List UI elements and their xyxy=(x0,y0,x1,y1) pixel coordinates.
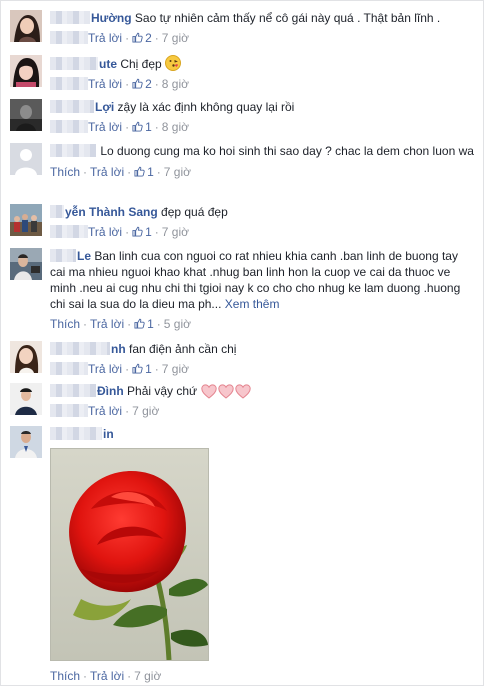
commenter-name[interactable]: ute xyxy=(50,57,117,71)
timestamp[interactable]: 8 giờ xyxy=(162,120,189,134)
comment-text: zậy là xác định không quay lại rồi xyxy=(117,100,295,114)
like-count[interactable]: 1 xyxy=(132,120,152,134)
kissing-face-emoji-icon xyxy=(165,55,182,71)
commenter-name[interactable]: Lợi xyxy=(50,100,114,114)
comment-actions: Trả lời · 1 · 7 giờ xyxy=(50,224,476,240)
timestamp[interactable]: 7 giờ xyxy=(162,225,189,239)
avatar[interactable] xyxy=(10,426,42,458)
comment-actions: Thích · Trả lời · 7 giờ xyxy=(50,669,162,683)
reply-link[interactable]: Trả lời xyxy=(88,31,122,45)
timestamp[interactable]: 7 giờ xyxy=(162,362,189,376)
like-link[interactable]: Thích xyxy=(50,165,80,179)
reply-link[interactable]: Trả lời xyxy=(90,165,124,179)
like-count[interactable]: 1 xyxy=(132,362,152,376)
commenter-name[interactable]: Hường xyxy=(50,11,132,25)
comment-text: Chị đẹp xyxy=(120,57,162,71)
reply-link[interactable]: Trả lời xyxy=(88,404,122,418)
hearts xyxy=(200,384,251,399)
rose-photo[interactable] xyxy=(50,448,209,661)
avatar[interactable] xyxy=(10,10,42,42)
like-count[interactable]: 1 xyxy=(132,225,152,239)
reply-link[interactable]: Trả lời xyxy=(90,317,124,331)
avatar[interactable] xyxy=(10,204,42,236)
avatar[interactable] xyxy=(10,383,42,415)
thumbs-up-icon xyxy=(132,121,143,132)
timestamp[interactable]: 5 giờ xyxy=(164,317,191,331)
reply-link[interactable]: Trả lời xyxy=(88,225,122,239)
comment-text: Sao tự nhiên cảm thấy nể cô gái này quá … xyxy=(134,11,441,25)
comment-text: fan điện ảnh cần chị xyxy=(129,342,237,356)
comment-text: Phải vậy chứ xyxy=(127,384,198,398)
thumbs-up-icon xyxy=(132,78,143,89)
avatar[interactable] xyxy=(10,99,42,131)
reply-link[interactable]: Trả lời xyxy=(88,77,122,91)
comment-actions: Trả lời · 2 · 7 giờ xyxy=(50,30,476,46)
commenter-name[interactable]: Đình xyxy=(50,384,124,398)
avatar[interactable] xyxy=(10,341,42,373)
comment-actions: Thích · Trả lời · 1 · 5 giờ xyxy=(50,317,192,331)
like-count[interactable]: 2 xyxy=(132,31,152,45)
commenter-name[interactable]: Le xyxy=(50,249,91,263)
reply-link[interactable]: Trả lời xyxy=(88,362,122,376)
like-link[interactable]: Thích xyxy=(50,669,80,683)
commenter-name[interactable]: nh xyxy=(50,342,126,356)
timestamp[interactable]: 7 giờ xyxy=(134,669,161,683)
thumbs-up-icon xyxy=(134,166,145,177)
reply-link[interactable]: Trả lời xyxy=(90,669,124,683)
like-link[interactable]: Thích xyxy=(50,317,80,331)
like-count[interactable]: 2 xyxy=(132,77,152,91)
timestamp[interactable]: 8 giờ xyxy=(162,77,189,91)
comment-actions: Trả lời · 1 · 7 giờ xyxy=(50,361,476,377)
commenter-name[interactable]: in xyxy=(50,427,114,441)
timestamp[interactable]: 7 giờ xyxy=(164,165,191,179)
avatar[interactable] xyxy=(10,143,42,175)
comment-actions: Trả lời · 7 giờ xyxy=(50,403,476,419)
thumbs-up-icon xyxy=(132,226,143,237)
heart-icon xyxy=(218,384,234,399)
comment-thread: Hường Sao tự nhiên cảm thấy nể cô gái nà… xyxy=(0,0,484,686)
comment-actions: Thích · Trả lời · 1 · 7 giờ xyxy=(50,165,192,179)
see-more-link[interactable]: Xem thêm xyxy=(225,297,280,311)
timestamp[interactable]: 7 giờ xyxy=(132,404,159,418)
comment-actions: Trả lời · 2 · 8 giờ xyxy=(50,76,476,92)
comment-actions: Trả lời · 1 · 8 giờ xyxy=(50,119,476,135)
heart-icon xyxy=(201,384,217,399)
avatar[interactable] xyxy=(10,248,42,280)
heart-icon xyxy=(235,384,251,399)
like-count[interactable]: 1 xyxy=(134,317,154,331)
commenter-name[interactable]: yễn Thành Sang xyxy=(50,205,158,219)
commenter-name[interactable] xyxy=(50,144,97,158)
thumbs-up-icon xyxy=(132,363,143,374)
thumbs-up-icon xyxy=(132,32,143,43)
timestamp[interactable]: 7 giờ xyxy=(162,31,189,45)
comment-text: đẹp quá đẹp xyxy=(161,205,228,219)
comment-text: Lo duong cung ma ko hoi sinh thi sao day… xyxy=(100,144,474,158)
reply-link[interactable]: Trả lời xyxy=(88,120,122,134)
thumbs-up-icon xyxy=(134,318,145,329)
like-count[interactable]: 1 xyxy=(134,165,154,179)
avatar[interactable] xyxy=(10,55,42,87)
